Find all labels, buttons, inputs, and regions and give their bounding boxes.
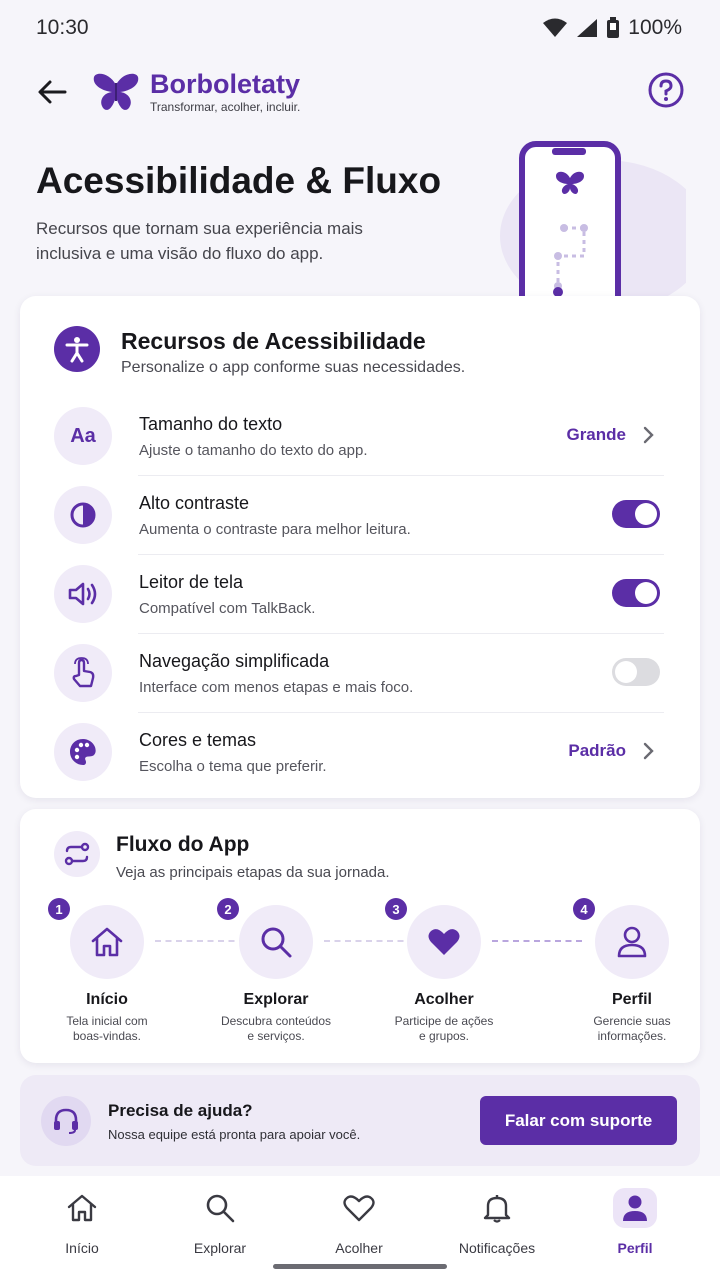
setting-screen-reader[interactable]: Leitor de tela Compatível com TalkBack. bbox=[20, 554, 700, 633]
setting-subtitle: Interface com menos etapas e mais foco. bbox=[139, 679, 414, 696]
status-bar: 10:30 100% bbox=[0, 0, 720, 56]
setting-title: Tamanho do texto bbox=[139, 414, 283, 434]
help-title: Precisa de ajuda? bbox=[108, 1101, 253, 1120]
hero-section: Acessibilidade & Fluxo Recursos que torn… bbox=[0, 130, 720, 302]
setting-title: Alto contraste bbox=[139, 493, 250, 513]
step-number: 3 bbox=[385, 898, 407, 920]
setting-subtitle: Escolha o tema que preferir. bbox=[139, 758, 327, 775]
step-number: 2 bbox=[217, 898, 239, 920]
flow-step-acolher[interactable]: 3 Acolher Participe de ações e grupos. bbox=[369, 898, 519, 1044]
bell-icon bbox=[475, 1188, 519, 1228]
step-description: Gerencie suas informações. bbox=[593, 1014, 671, 1043]
setting-subtitle: Aumenta o contraste para melhor leitura. bbox=[139, 521, 411, 538]
chevron-right-icon bbox=[643, 742, 654, 760]
step-label: Explorar bbox=[243, 991, 309, 1008]
step-description: Tela inicial com boas-vindas. bbox=[66, 1014, 148, 1043]
contrast-icon bbox=[54, 486, 112, 544]
arrow-left-icon bbox=[38, 80, 67, 104]
accessibility-card: Recursos de Acessibilidade Personalize o… bbox=[20, 296, 700, 798]
contact-support-button[interactable]: Falar com suporte bbox=[480, 1096, 677, 1145]
help-subtitle: Nossa equipe está pronta para apoiar voc… bbox=[108, 1127, 361, 1142]
setting-high-contrast[interactable]: Alto contraste Aumenta o contraste para … bbox=[20, 475, 700, 554]
accessibility-subtitle: Personalize o app conforme suas necessid… bbox=[121, 359, 466, 376]
butterfly-logo-icon bbox=[93, 73, 139, 110]
flow-steps: 1 Início Tela inicial com boas-vindas. 2 … bbox=[20, 898, 700, 1055]
flow-step-inicio[interactable]: 1 Início Tela inicial com boas-vindas. bbox=[32, 898, 182, 1044]
nav-label: Notificações bbox=[458, 1240, 536, 1256]
phone-illustration bbox=[500, 141, 686, 302]
flow-step-perfil[interactable]: 4 Perfil Gerencie suas informações. bbox=[557, 898, 707, 1044]
app-flow-card: Fluxo do App Veja as principais etapas d… bbox=[20, 809, 700, 1063]
person-icon bbox=[613, 1188, 657, 1228]
home-icon bbox=[60, 1188, 104, 1228]
flow-title: Fluxo do App bbox=[116, 833, 250, 856]
nav-label: Acolher bbox=[335, 1240, 383, 1256]
nav-item-perfil[interactable]: Perfil bbox=[575, 1188, 695, 1256]
palette-icon bbox=[54, 723, 112, 781]
chevron-right-icon bbox=[643, 426, 654, 444]
setting-title: Leitor de tela bbox=[139, 572, 244, 592]
question-icon bbox=[648, 72, 684, 108]
nav-item-inicio[interactable]: Início bbox=[22, 1188, 142, 1256]
nav-item-explorar[interactable]: Explorar bbox=[160, 1188, 280, 1256]
flow-subtitle: Veja as principais etapas da sua jornada… bbox=[116, 864, 390, 881]
step-label: Início bbox=[86, 991, 128, 1008]
nav-item-notificacoes[interactable]: Notificações bbox=[437, 1188, 557, 1256]
step-label: Acolher bbox=[414, 991, 474, 1008]
setting-title: Navegação simplificada bbox=[139, 651, 330, 671]
status-time: 10:30 bbox=[36, 16, 89, 39]
nav-label: Início bbox=[65, 1240, 99, 1256]
heart-icon bbox=[337, 1188, 381, 1228]
person-icon: 4 bbox=[573, 898, 669, 979]
app-logo: Borboletaty Transformar, acolher, inclui… bbox=[92, 68, 301, 115]
setting-colors-themes[interactable]: Cores e temas Escolha o tema que preferi… bbox=[20, 712, 700, 791]
page-subtitle: Recursos que tornam sua experiência mais… bbox=[36, 219, 363, 263]
speaker-icon bbox=[54, 565, 112, 623]
screen-reader-toggle[interactable] bbox=[612, 579, 660, 607]
flow-step-explorar[interactable]: 2 Explorar Descubra conteúdos e serviços. bbox=[201, 898, 351, 1044]
nav-label: Perfil bbox=[617, 1240, 653, 1256]
home-icon: 1 bbox=[48, 898, 144, 979]
setting-subtitle: Compatível com TalkBack. bbox=[139, 600, 316, 617]
page-title: Acessibilidade & Fluxo bbox=[36, 160, 442, 201]
touch-hand-icon bbox=[54, 644, 112, 702]
battery-level: 100% bbox=[628, 16, 682, 39]
help-button[interactable] bbox=[648, 72, 684, 108]
setting-text-size[interactable]: Aa Tamanho do texto Ajuste o tamanho do … bbox=[20, 396, 700, 475]
help-banner: Precisa de ajuda? Nossa equipe está pron… bbox=[20, 1075, 700, 1166]
nav-label: Explorar bbox=[193, 1240, 247, 1256]
search-icon: 2 bbox=[217, 898, 313, 979]
nav-item-acolher[interactable]: Acolher bbox=[299, 1188, 419, 1256]
battery-icon bbox=[607, 17, 620, 38]
accessibility-icon bbox=[54, 326, 100, 372]
step-label: Perfil bbox=[611, 991, 652, 1008]
headset-icon bbox=[41, 1096, 91, 1146]
flow-icon bbox=[54, 831, 100, 877]
gesture-handle[interactable] bbox=[273, 1264, 447, 1269]
text-size-value[interactable]: Grande bbox=[566, 425, 654, 445]
step-description: Participe de ações e grupos. bbox=[394, 1014, 494, 1043]
heart-icon: 3 bbox=[385, 898, 481, 979]
step-number: 4 bbox=[573, 898, 595, 920]
theme-value[interactable]: Padrão bbox=[568, 741, 654, 761]
signal-icon bbox=[577, 19, 598, 37]
setting-subtitle: Ajuste o tamanho do texto do app. bbox=[139, 442, 368, 459]
accessibility-title: Recursos de Acessibilidade bbox=[121, 328, 426, 354]
search-icon bbox=[198, 1188, 242, 1228]
setting-simplified-navigation[interactable]: Navegação simplificada Interface com men… bbox=[20, 633, 700, 712]
wifi-icon bbox=[543, 18, 568, 37]
simplified-navigation-toggle[interactable] bbox=[612, 658, 660, 686]
back-button[interactable] bbox=[34, 74, 70, 110]
setting-title: Cores e temas bbox=[139, 730, 257, 750]
app-bar: Borboletaty Transformar, acolher, inclui… bbox=[0, 60, 720, 124]
step-description: Descubra conteúdos e serviços. bbox=[220, 1014, 332, 1043]
high-contrast-toggle[interactable] bbox=[612, 500, 660, 528]
status-icons: 100% bbox=[542, 16, 682, 40]
brand-name: Borboletaty bbox=[150, 68, 301, 99]
text-size-icon: Aa bbox=[54, 407, 112, 465]
brand-tagline: Transformar, acolher, incluir. bbox=[150, 100, 301, 115]
step-number: 1 bbox=[48, 898, 70, 920]
